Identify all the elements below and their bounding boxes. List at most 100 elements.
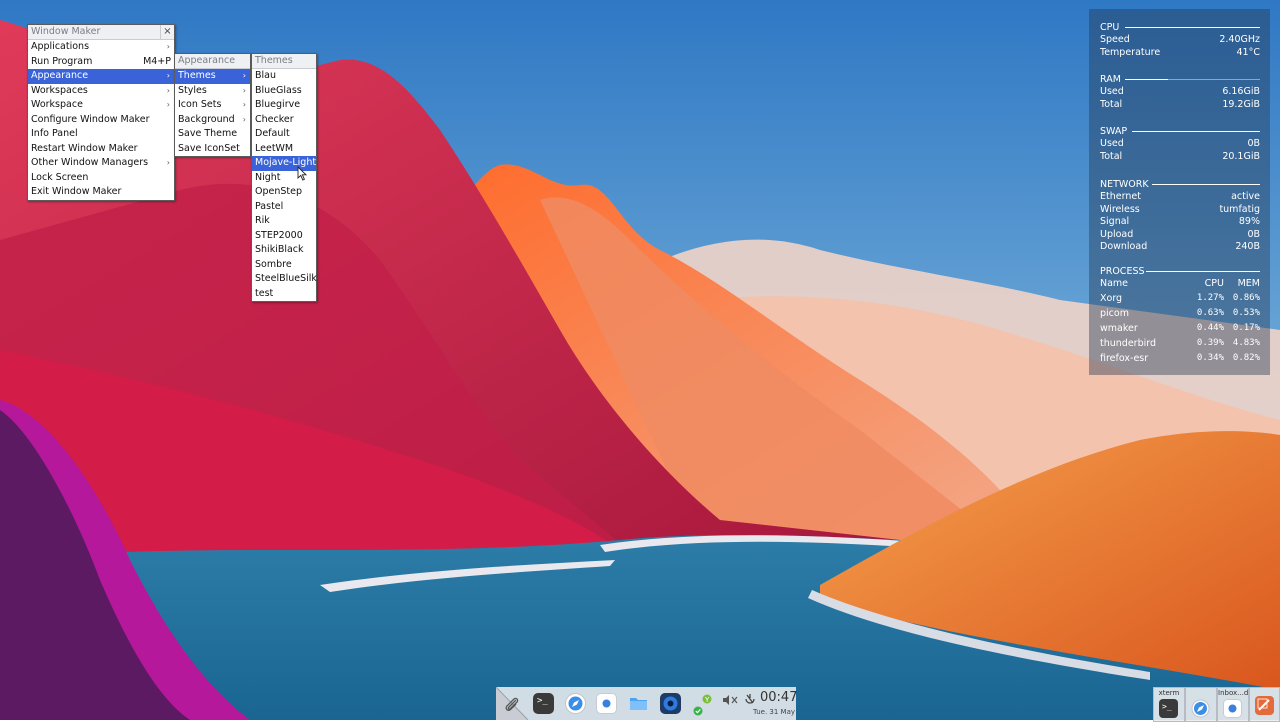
- cpu-temp-value: 41°C: [1236, 46, 1260, 58]
- notes-app-icon: [1255, 696, 1274, 715]
- menu-item-icon-sets[interactable]: Icon Sets ›: [175, 98, 250, 113]
- theme-item-steelbluesilk[interactable]: SteelBlueSilk: [252, 272, 317, 287]
- process-mem: 0.53%: [1232, 307, 1260, 318]
- theme-item-sombre[interactable]: Sombre: [252, 258, 316, 273]
- tray-label: Inbox...d: [1218, 689, 1248, 697]
- ram-usage-bar: [1125, 79, 1168, 80]
- root-menu-title[interactable]: Window Maker ×: [28, 25, 174, 40]
- power-icon[interactable]: [744, 693, 756, 705]
- tray-browser[interactable]: [1185, 687, 1217, 722]
- cpu-section: CPU Speed 2.40GHz Temperature 41°C: [1100, 21, 1260, 59]
- menu-item-label: Save IconSet: [178, 142, 240, 154]
- theme-item-shikiblack[interactable]: ShikiBlack: [252, 243, 316, 258]
- network-label: Signal: [1100, 216, 1130, 227]
- network-value: tumfatig: [1219, 203, 1260, 215]
- network-label: Wireless: [1100, 203, 1140, 215]
- menu-item-configure[interactable]: Configure Window Maker: [28, 113, 174, 128]
- ram-total-row: Total 19.2GiB: [1100, 99, 1260, 112]
- network-divider: [1152, 184, 1260, 185]
- clock[interactable]: 00:47: [760, 690, 797, 705]
- network-value: 0B: [1247, 228, 1260, 240]
- tray-xterm[interactable]: xterm >_: [1153, 687, 1185, 722]
- menu-item-appearance[interactable]: Appearance ›: [28, 69, 174, 84]
- themes-menu-title-text: Themes: [255, 55, 293, 66]
- menu-item-label: Exit Window Maker: [31, 186, 122, 197]
- menu-item-label: ShikiBlack: [255, 244, 304, 255]
- tray-inbox[interactable]: Inbox...d: [1217, 687, 1249, 722]
- process-section: PROCESS Name CPU MEM Xorg 1.27% 0.86% pi…: [1100, 265, 1260, 366]
- swap-total-value: 20.1GiB: [1222, 150, 1260, 162]
- cpu-speed-row: Speed 2.40GHz: [1100, 34, 1260, 47]
- menu-item-save-iconset[interactable]: Save IconSet: [175, 142, 250, 157]
- theme-item-blueglass[interactable]: BlueGlass: [252, 84, 316, 99]
- appearance-menu-title[interactable]: Appearance: [175, 54, 250, 69]
- folder-icon[interactable]: [628, 693, 649, 714]
- dot-app-icon[interactable]: [596, 693, 617, 714]
- volume-icon[interactable]: [722, 694, 740, 706]
- theme-item-bluegirve[interactable]: Bluegirve: [252, 98, 316, 113]
- menu-item-styles[interactable]: Styles ›: [175, 84, 250, 99]
- menu-item-themes[interactable]: Themes ›: [175, 69, 250, 84]
- theme-item-openstep[interactable]: OpenStep: [252, 185, 316, 200]
- network-row: Ethernet active: [1100, 191, 1260, 204]
- menu-item-label: STEP2000: [255, 229, 303, 241]
- menu-item-label: Checker: [255, 113, 294, 125]
- menu-item-label: Restart Window Maker: [31, 142, 138, 154]
- menu-item-label: Save Theme: [178, 128, 238, 139]
- menu-item-label: Applications: [31, 41, 90, 52]
- theme-item-rik[interactable]: Rik: [252, 214, 316, 229]
- process-col-cpu: CPU: [1204, 278, 1224, 289]
- network-row: Signal 89%: [1100, 216, 1260, 229]
- theme-item-step2000[interactable]: STEP2000: [252, 229, 316, 244]
- process-cpu: 1.27%: [1196, 292, 1224, 303]
- cpu-title: CPU: [1100, 22, 1120, 33]
- safari-compass-icon[interactable]: [565, 693, 586, 714]
- swap-used-label: Used: [1100, 138, 1124, 149]
- status-check-icon[interactable]: Y: [692, 692, 716, 716]
- theme-item-pastel[interactable]: Pastel: [252, 200, 316, 215]
- tray-notes[interactable]: [1249, 687, 1280, 722]
- swap-used-value: 0B: [1247, 138, 1260, 149]
- root-menu-title-text: Window Maker: [31, 26, 101, 37]
- themes-menu-title[interactable]: Themes: [252, 54, 316, 69]
- themes-menu: Themes Blau BlueGlass Bluegirve Checker …: [251, 53, 317, 302]
- menu-item-label: Lock Screen: [31, 171, 89, 183]
- theme-item-leetwm[interactable]: LeetWM: [252, 142, 316, 157]
- menu-item-label: OpenStep: [255, 186, 303, 197]
- menu-item-label: Configure Window Maker: [31, 113, 150, 125]
- menu-item-label: SteelBlueSilk: [255, 273, 317, 284]
- menu-item-lock-screen[interactable]: Lock Screen: [28, 171, 174, 186]
- menu-item-workspaces[interactable]: Workspaces ›: [28, 84, 174, 99]
- menu-item-info-panel[interactable]: Info Panel: [28, 127, 174, 142]
- menu-item-label: Sombre: [255, 258, 292, 270]
- date-label: Tue. 31 May: [753, 708, 796, 716]
- close-icon[interactable]: ×: [160, 25, 174, 39]
- theme-item-default[interactable]: Default: [252, 127, 316, 142]
- process-row: thunderbird 0.39% 4.83%: [1100, 336, 1260, 351]
- swap-total-label: Total: [1100, 150, 1123, 162]
- network-value: 89%: [1238, 216, 1260, 227]
- menu-item-label: Night: [255, 171, 281, 183]
- menu-item-save-theme[interactable]: Save Theme: [175, 127, 250, 142]
- menu-item-exit[interactable]: Exit Window Maker: [28, 185, 174, 200]
- process-col-mem: MEM: [1237, 278, 1260, 289]
- blue-circle-app-icon[interactable]: [660, 693, 681, 714]
- theme-item-checker[interactable]: Checker: [252, 113, 316, 128]
- terminal-icon[interactable]: >_: [533, 693, 554, 714]
- submenu-arrow-icon: ›: [242, 85, 246, 95]
- process-col-name: Name: [1100, 278, 1129, 289]
- menu-item-background[interactable]: Background ›: [175, 113, 250, 128]
- menu-item-other-wm[interactable]: Other Window Managers ›: [28, 156, 174, 171]
- menu-item-label: Workspaces: [31, 84, 88, 96]
- menu-item-run-program[interactable]: Run Program M4+P: [28, 55, 174, 70]
- theme-item-test[interactable]: test: [252, 287, 316, 302]
- menu-item-workspace[interactable]: Workspace ›: [28, 98, 174, 113]
- theme-item-blau[interactable]: Blau: [252, 69, 316, 84]
- process-cpu: 0.44%: [1196, 322, 1224, 333]
- paperclip-icon[interactable]: [503, 696, 521, 714]
- menu-item-applications[interactable]: Applications ›: [28, 40, 174, 55]
- process-row: firefox-esr 0.34% 0.82%: [1100, 351, 1260, 366]
- menu-item-restart[interactable]: Restart Window Maker: [28, 142, 174, 157]
- ram-used-row: Used 6.16GiB: [1100, 86, 1260, 99]
- menu-item-label: Run Program: [31, 55, 93, 67]
